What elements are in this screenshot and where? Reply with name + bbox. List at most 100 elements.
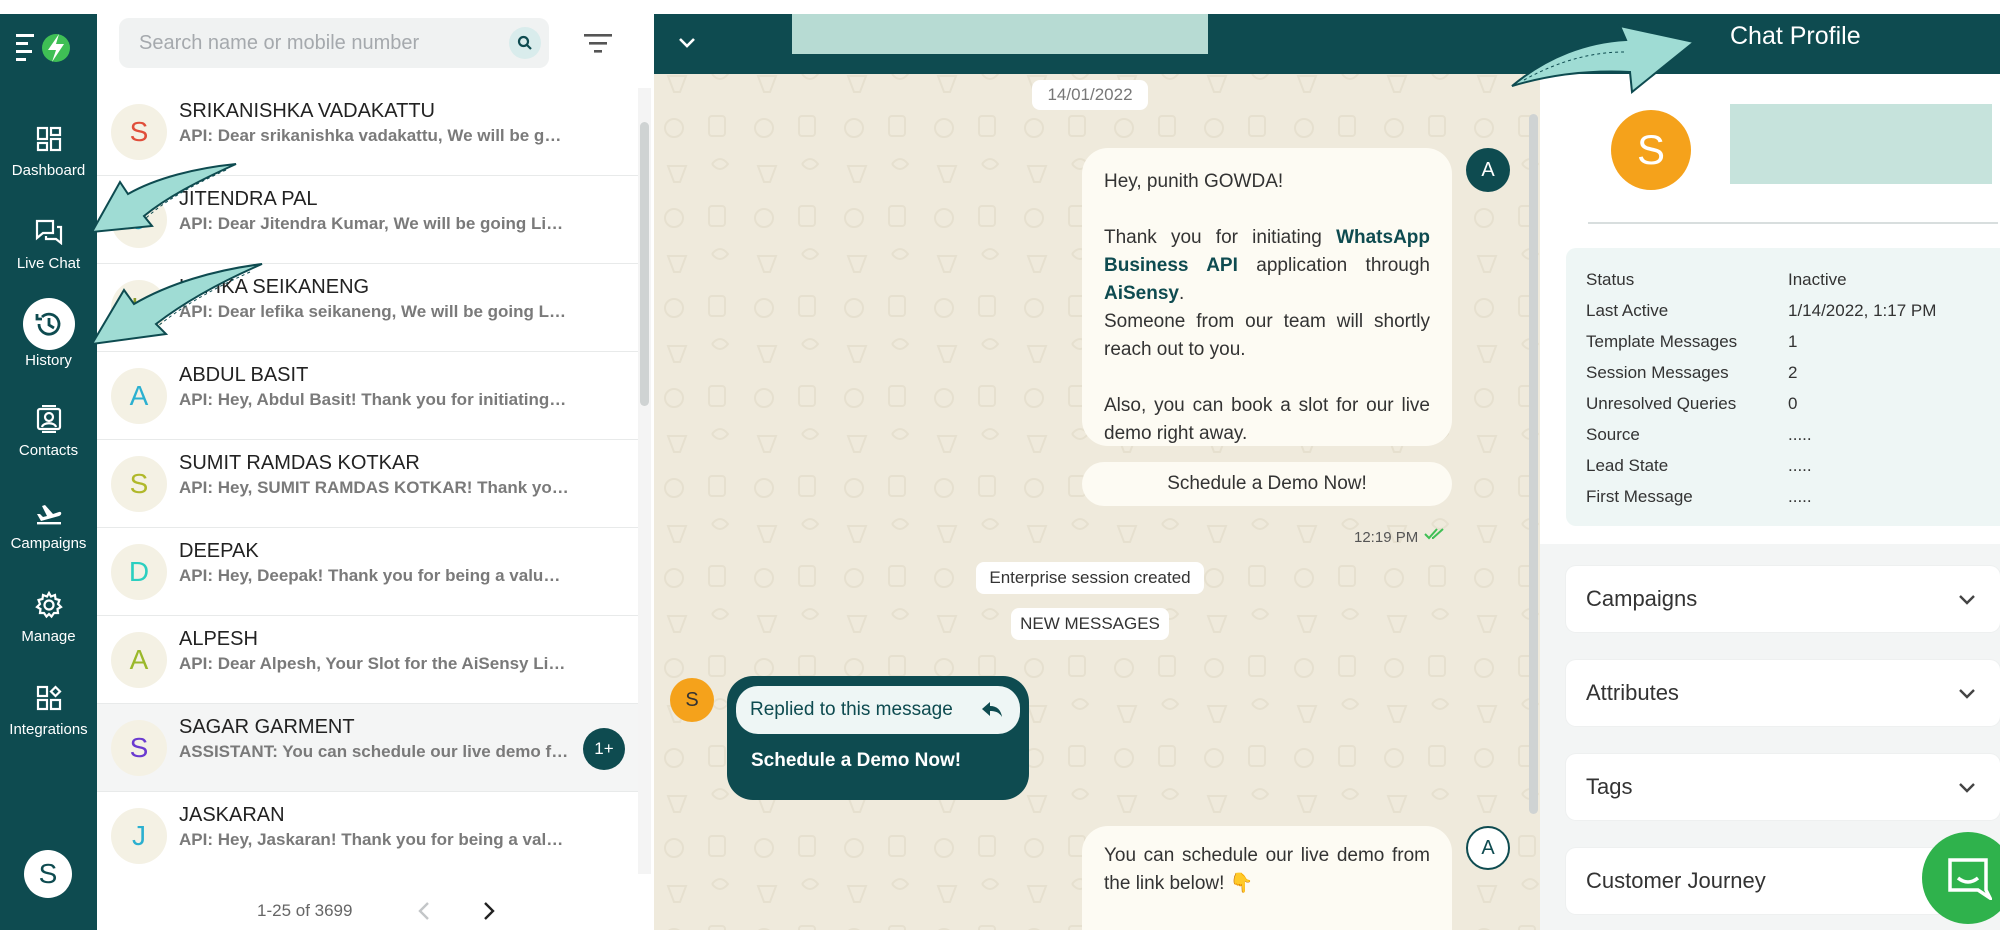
app-root: Dashboard Live Chat History Contacts Cam…	[0, 0, 2000, 952]
contact-name: JITENDRA PAL	[179, 188, 318, 210]
nav-live-chat[interactable]: Live Chat	[0, 211, 97, 291]
user-avatar[interactable]: S	[24, 850, 72, 898]
search-icon[interactable]	[509, 27, 541, 59]
prev-page-icon[interactable]	[409, 896, 439, 926]
reply-quote[interactable]: Replied to this message	[736, 686, 1020, 734]
conversation-scrollbar[interactable]	[1529, 114, 1538, 814]
detail-key: Status	[1586, 270, 1635, 289]
section-title: Campaigns	[1586, 586, 1698, 611]
chat-list-item[interactable]: D DEEPAK API: Hey, Deepak! Thank you for b…	[97, 528, 638, 616]
contact-avatar: S	[111, 720, 167, 776]
detail-key: Source	[1586, 425, 1640, 444]
contact-avatar: J	[111, 808, 167, 864]
detail-key: Last Active	[1586, 301, 1669, 320]
chevron-down-icon	[1959, 783, 1975, 793]
bot-message-bubble: You can schedule our live demo from the …	[1082, 826, 1452, 930]
contact-avatar: A	[111, 368, 167, 424]
chat-list-item[interactable]: J JITENDRA PAL API: Dear Jitendra Kumar, W…	[97, 176, 638, 264]
schedule-demo-button[interactable]: Schedule a Demo Now!	[1082, 462, 1452, 506]
message-preview: API: Dear Alpesh, Your Slot for the AiSe…	[179, 654, 569, 673]
contact-avatar: D	[111, 544, 167, 600]
new-messages-divider: NEW MESSAGES	[1011, 608, 1169, 640]
profile-section-tags[interactable]: Tags	[1566, 754, 2000, 820]
chevron-down-icon	[1959, 689, 1975, 699]
profile-header: Chat Profile	[1540, 14, 2000, 74]
nav-label: Campaigns	[10, 535, 87, 552]
message-paragraph: Thank you for initiating WhatsApp Busine…	[1104, 227, 1430, 304]
detail-key: Session Messages	[1586, 363, 1729, 382]
reply-text: Schedule a Demo Now!	[751, 750, 962, 771]
agent-avatar: A	[1466, 148, 1510, 192]
contact-avatar: S	[111, 104, 167, 160]
contact-name: ABDUL BASIT	[179, 364, 309, 386]
nav-campaigns[interactable]: Campaigns	[0, 491, 97, 571]
message-preview: API: Dear lefika seikaneng, We will be g…	[179, 302, 569, 321]
profile-title: Chat Profile	[1730, 22, 1861, 50]
detail-key: Lead State	[1586, 456, 1669, 475]
pagination: 1-25 of 3699	[97, 890, 654, 930]
gear-icon	[32, 588, 66, 622]
search-input[interactable]	[139, 18, 499, 68]
nav-label: Live Chat	[16, 255, 81, 272]
section-title: Tags	[1586, 774, 1633, 799]
detail-value: 0	[1788, 394, 1798, 413]
chat-list-item[interactable]: A ABDUL BASIT API: Hey, Abdul Basit! Thank…	[97, 352, 638, 440]
profile-name-redacted	[1730, 104, 1992, 184]
nav-integrations[interactable]: Integrations	[0, 677, 97, 757]
nav-dashboard[interactable]: Dashboard	[0, 118, 97, 198]
section-title: Customer Journey	[1586, 868, 1766, 893]
message-preview: API: Hey, SUMIT RAMDAS KOTKAR! Thank you…	[179, 478, 569, 497]
chat-list-item[interactable]: J JASKARAN API: Hey, Jaskaran! Thank you f…	[97, 792, 638, 874]
message-time: 12:19 PM	[1354, 529, 1419, 546]
chat-icon	[32, 215, 66, 249]
chat-list-item[interactable]: A ALPESH API: Dear Alpesh, Your Slot for t…	[97, 616, 638, 704]
detail-value: 1	[1788, 332, 1798, 351]
detail-value: 1/14/2022, 1:17 PM	[1788, 301, 1937, 320]
user-avatar: S	[670, 678, 714, 722]
detail-key: Unresolved Queries	[1586, 394, 1737, 413]
detail-value: .....	[1788, 425, 1812, 444]
contact-avatar: J	[111, 192, 167, 248]
chat-list-panel: S SRIKANISHKA VADAKATTU API: Dear srikanis…	[97, 0, 654, 952]
contact-name: ALPESH	[179, 628, 258, 650]
chat-list-item[interactable]: L LEFIKA SEIKANENG API: Dear lefika seikan…	[97, 264, 638, 352]
logo-icon[interactable]	[14, 28, 76, 64]
profile-section-campaigns[interactable]: Campaigns	[1566, 566, 2000, 632]
bot-message-bubble: Hey, punith GOWDA! Thank you for initiat…	[1082, 148, 1452, 446]
filter-icon[interactable]	[582, 28, 614, 58]
section-title: Attributes	[1586, 680, 1679, 705]
chat-profile-panel: Chat Profile S Status Inactive Last Active…	[1540, 14, 2000, 930]
message-preview: API: Hey, Jaskaran! Thank you for being …	[179, 830, 569, 849]
divider	[1588, 222, 1998, 224]
chevron-down-icon[interactable]	[672, 28, 702, 58]
history-icon	[22, 298, 75, 350]
nav-history[interactable]: History	[0, 298, 97, 378]
chat-list-item[interactable]: S SUMIT RAMDAS KOTKAR API: Hey, SUMIT RAMD…	[97, 440, 638, 528]
nav-label: History	[25, 352, 72, 369]
chevron-down-icon	[1959, 595, 1975, 605]
message-preview: API: Hey, Deepak! Thank you for being a …	[179, 566, 569, 585]
contact-name: SUMIT RAMDAS KOTKAR	[179, 452, 420, 474]
profile-section-attributes[interactable]: Attributes	[1566, 660, 2000, 726]
message-paragraph: Someone from our team will shortly reach…	[1104, 311, 1430, 360]
agent-avatar: A	[1466, 826, 1510, 870]
chat-list-item[interactable]: S SRIKANISHKA VADAKATTU API: Dear srikanis…	[97, 88, 638, 176]
system-message: Enterprise session created	[976, 562, 1204, 594]
contact-avatar: S	[111, 456, 167, 512]
nav-contacts[interactable]: Contacts	[0, 398, 97, 478]
read-receipt-icon	[1424, 528, 1444, 540]
contact-name: SAGAR GARMENT	[179, 716, 355, 738]
nav-manage[interactable]: Manage	[0, 584, 97, 664]
pagination-text: 1-25 of 3699	[257, 901, 353, 920]
chat-list-item[interactable]: S SAGAR GARMENT ASSISTANT: You can schedul…	[97, 704, 638, 792]
profile-avatar: S	[1611, 110, 1691, 190]
chat-list: S SRIKANISHKA VADAKATTU API: Dear srikanis…	[97, 88, 654, 874]
date-chip: 14/01/2022	[1032, 80, 1148, 110]
message-preview: API: Hey, Abdul Basit! Thank you for ini…	[179, 390, 569, 409]
contact-name-redacted	[792, 14, 1208, 54]
detail-value: 2	[1788, 363, 1798, 382]
message-text: You can schedule our live demo from the …	[1104, 845, 1430, 894]
message-paragraph: Also, you can book a slot for our live d…	[1104, 395, 1430, 444]
nav-label: Dashboard	[11, 162, 86, 179]
next-page-icon[interactable]	[474, 896, 504, 926]
